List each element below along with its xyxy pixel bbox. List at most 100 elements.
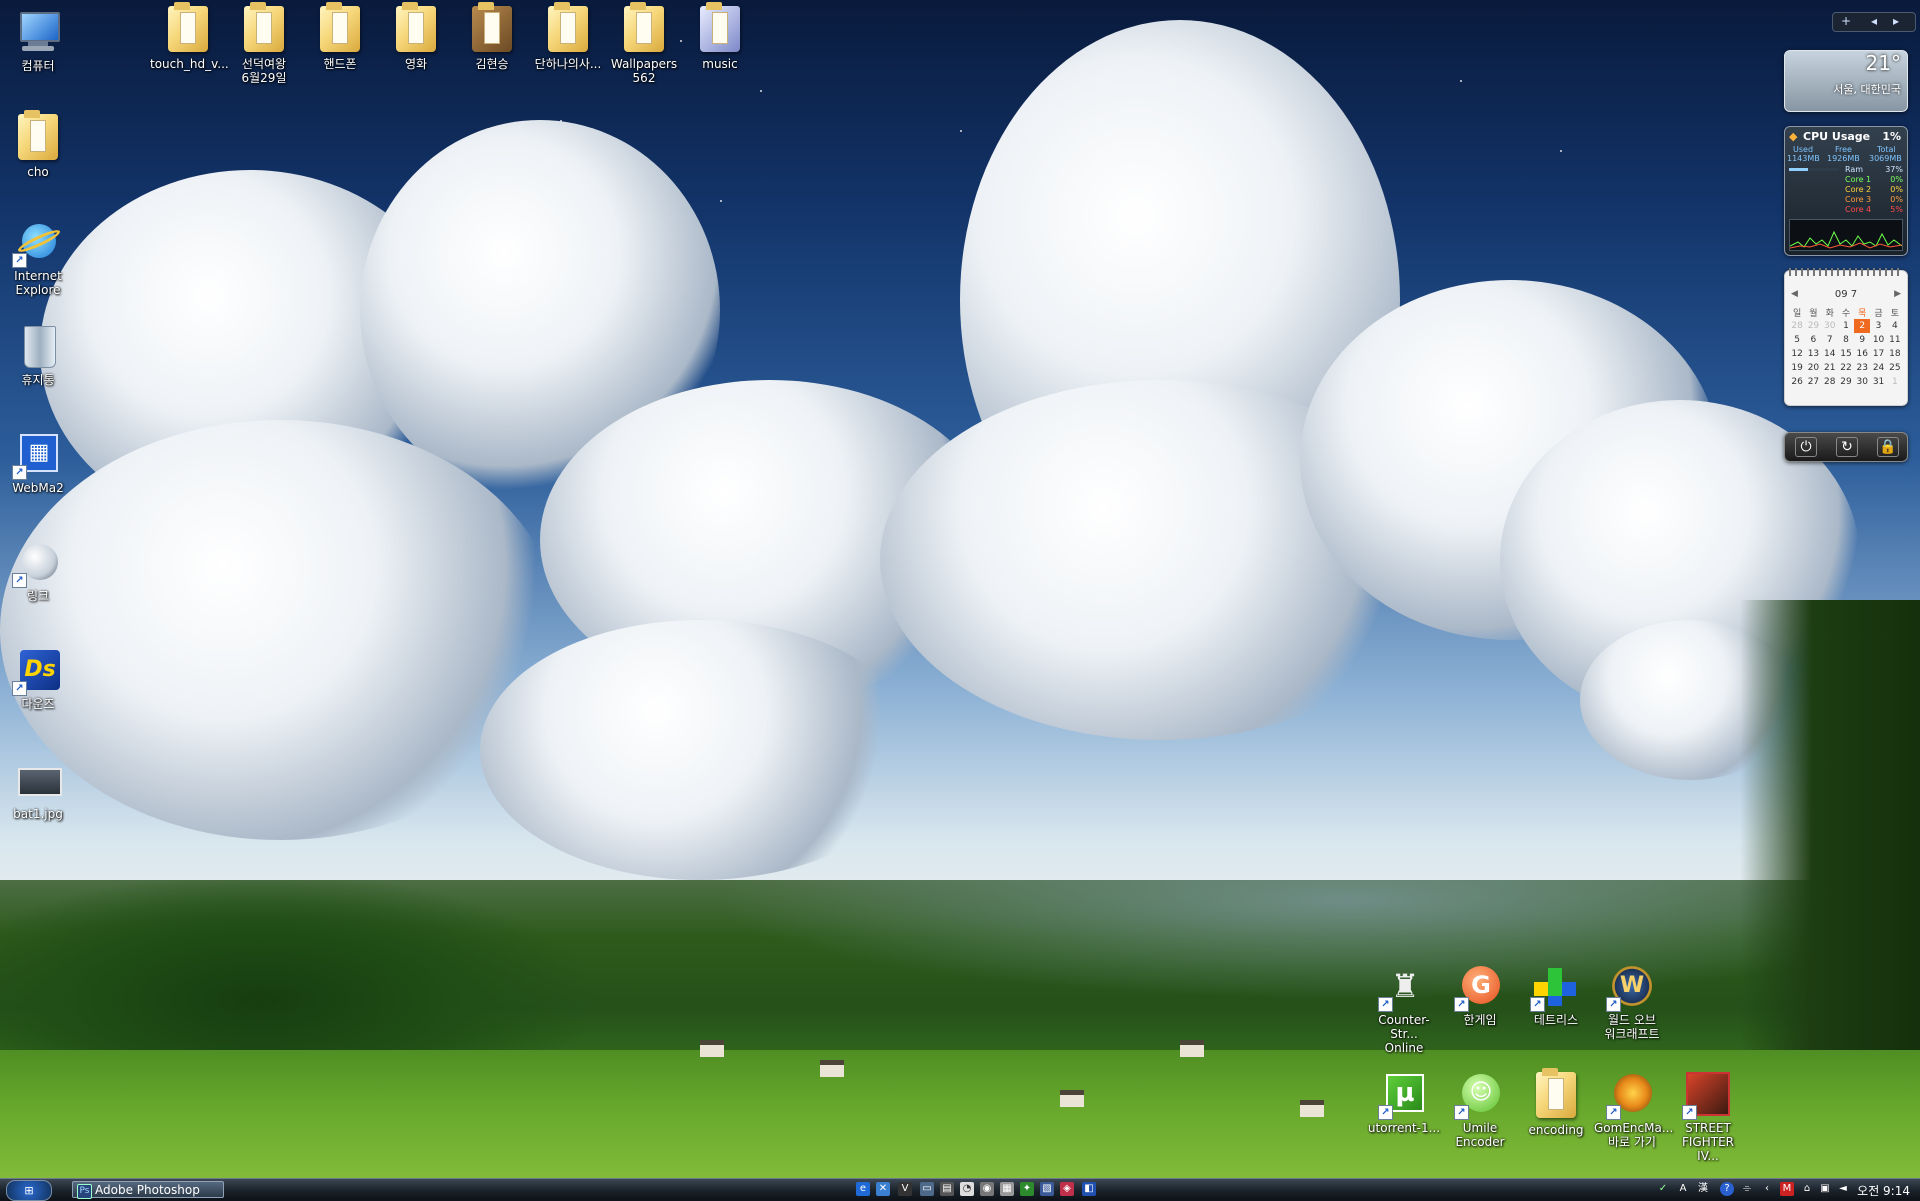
- help-icon[interactable]: ?: [1720, 1182, 1734, 1196]
- desktop-icon-webma[interactable]: ▦ ↗ WebMa2: [0, 430, 76, 495]
- calendar-day[interactable]: 7: [1822, 333, 1838, 347]
- previous-icon[interactable]: ◂: [1871, 14, 1877, 28]
- tray-icon[interactable]: ‹: [1760, 1182, 1774, 1196]
- desktop-icon-umile[interactable]: ☺ ↗ Umile Encoder: [1442, 1070, 1518, 1149]
- tray-icon[interactable]: ✓: [1656, 1182, 1670, 1196]
- calendar-day[interactable]: 29: [1805, 319, 1821, 333]
- calendar-day[interactable]: 21: [1822, 361, 1838, 375]
- calendar-day[interactable]: 15: [1838, 347, 1854, 361]
- desktop-icon-label: 영화: [404, 57, 428, 71]
- desktop-icon-folder-phone[interactable]: 핸드폰: [302, 2, 378, 71]
- quicklaunch-app-icon[interactable]: ◧: [1082, 1182, 1096, 1196]
- tray-icon[interactable]: A: [1676, 1182, 1690, 1196]
- weather-gadget[interactable]: 21° 서울, 대한민국: [1784, 50, 1908, 112]
- calendar-gadget[interactable]: ◀ 09 7 ▶ 일 월 화 수 목 금 토 28 29 30 1 2 3 4 …: [1784, 268, 1908, 406]
- calendar-day[interactable]: 17: [1870, 347, 1886, 361]
- calendar-day[interactable]: 25: [1887, 361, 1903, 375]
- calendar-day[interactable]: 26: [1789, 375, 1805, 389]
- desktop-icon-folder-touch[interactable]: touch_hd_v...: [150, 2, 229, 71]
- calendar-day-today[interactable]: 2: [1854, 319, 1871, 333]
- quicklaunch-app-icon[interactable]: V: [898, 1182, 912, 1196]
- tray-icon[interactable]: 漢: [1696, 1182, 1710, 1196]
- calendar-day[interactable]: 28: [1789, 319, 1805, 333]
- desktop-icon-folder-music[interactable]: music: [682, 2, 758, 71]
- calendar-day[interactable]: 1: [1838, 319, 1854, 333]
- desktop-icon-hangame[interactable]: G ↗ 한게임: [1442, 962, 1518, 1027]
- add-gadget-icon[interactable]: +: [1841, 14, 1851, 28]
- calendar-day[interactable]: 24: [1870, 361, 1886, 375]
- quicklaunch-app-icon[interactable]: ▦: [1000, 1182, 1014, 1196]
- calendar-day[interactable]: 31: [1870, 375, 1886, 389]
- calendar-day[interactable]: 6: [1805, 333, 1821, 347]
- desktop-icon-folder-book[interactable]: 단하나의사...: [530, 2, 606, 71]
- desktop-icon-folder-movie[interactable]: 영화: [378, 2, 454, 71]
- restart-icon[interactable]: ↻: [1836, 437, 1858, 457]
- calendar-day[interactable]: 3: [1870, 319, 1886, 333]
- quicklaunch-app-icon[interactable]: ▭: [920, 1182, 934, 1196]
- calendar-day[interactable]: 30: [1822, 319, 1838, 333]
- calendar-day[interactable]: 10: [1870, 333, 1886, 347]
- ram-value: 37%: [1885, 165, 1903, 174]
- calendar-day[interactable]: 20: [1805, 361, 1821, 375]
- calendar-day[interactable]: 29: [1838, 375, 1854, 389]
- calendar-day[interactable]: 19: [1789, 361, 1805, 375]
- next-icon[interactable]: ▸: [1893, 14, 1899, 28]
- desktop-icon-ie[interactable]: ↗ Internet Explore: [0, 218, 76, 297]
- taskbar-clock[interactable]: 오전 9:14: [1857, 1182, 1910, 1199]
- desktop-icon-link[interactable]: ↗ 링크: [0, 538, 76, 603]
- desktop-icon-recycle[interactable]: 휴지통: [0, 322, 76, 387]
- calendar-day[interactable]: 16: [1854, 347, 1870, 361]
- quicklaunch-app-icon[interactable]: ◈: [1060, 1182, 1074, 1196]
- calendar-day[interactable]: 27: [1805, 375, 1821, 389]
- quicklaunch-app-icon[interactable]: ✕: [876, 1182, 890, 1196]
- taskbar-item-photoshop[interactable]: Ps Adobe Photoshop: [72, 1181, 224, 1199]
- volume-icon[interactable]: ◄: [1836, 1182, 1850, 1196]
- tray-icon[interactable]: M: [1780, 1182, 1794, 1196]
- calendar-day[interactable]: 12: [1789, 347, 1805, 361]
- calendar-next-icon[interactable]: ▶: [1894, 289, 1901, 299]
- calendar-day[interactable]: 4: [1887, 319, 1903, 333]
- desktop-icon-wow[interactable]: W ↗ 월드 오브 워크래프트: [1594, 962, 1670, 1041]
- calendar-day[interactable]: 13: [1805, 347, 1821, 361]
- desktop-icon-computer[interactable]: 컴퓨터: [0, 8, 76, 73]
- start-button[interactable]: ⊞: [6, 1180, 52, 1201]
- calendar-day[interactable]: 28: [1822, 375, 1838, 389]
- calendar-day[interactable]: 22: [1838, 361, 1854, 375]
- desktop-icon-bat[interactable]: bat1.jpg: [0, 756, 76, 821]
- quicklaunch-app-icon[interactable]: ▧: [1040, 1182, 1054, 1196]
- cpu-usage-gadget[interactable]: ◆ CPU Usage 1% Used Free Total 1143MB 19…: [1784, 126, 1908, 256]
- quicklaunch-app-icon[interactable]: ◉: [980, 1182, 994, 1196]
- calendar-day[interactable]: 8: [1838, 333, 1854, 347]
- desktop-icon-tetris[interactable]: ↗ 테트리스: [1518, 962, 1594, 1027]
- desktop-icon-encoding[interactable]: encoding: [1518, 1068, 1594, 1137]
- recycle-bin-icon: [14, 322, 62, 370]
- desktop-icon-folder-wallpapers[interactable]: Wallpapers 562: [606, 2, 682, 85]
- house: [700, 1040, 724, 1057]
- quicklaunch-app-icon[interactable]: ▤: [940, 1182, 954, 1196]
- desktop-icon-gomenc[interactable]: ↗ GomEncMa... 바로 가기: [1594, 1070, 1673, 1149]
- quicklaunch-app-icon[interactable]: ✦: [1020, 1182, 1034, 1196]
- quicklaunch-ie-icon[interactable]: e: [856, 1182, 870, 1196]
- folder-icon: [544, 2, 592, 54]
- desktop-icon-counter-strike[interactable]: ♜ ↗ Counter-Str... Online: [1366, 962, 1442, 1055]
- desktop-icon-street-fighter[interactable]: ↗ STREET FIGHTER IV...: [1670, 1070, 1746, 1163]
- tray-icon[interactable]: ⌂: [1800, 1182, 1814, 1196]
- calendar-day[interactable]: 11: [1887, 333, 1903, 347]
- desktop-icon-cho[interactable]: cho: [0, 110, 76, 179]
- calendar-day[interactable]: 1: [1887, 375, 1903, 389]
- desktop-icon-utorrent[interactable]: µ ↗ utorrent-1...: [1366, 1070, 1442, 1135]
- calendar-day[interactable]: 18: [1887, 347, 1903, 361]
- calendar-day[interactable]: 23: [1854, 361, 1870, 375]
- tray-icon[interactable]: ⌯: [1740, 1182, 1754, 1196]
- shutdown-icon[interactable]: ⏻: [1795, 437, 1817, 457]
- calendar-day[interactable]: 5: [1789, 333, 1805, 347]
- calendar-day[interactable]: 9: [1854, 333, 1870, 347]
- quicklaunch-app-icon[interactable]: ◔: [960, 1182, 974, 1196]
- desktop-icon-folder-kim[interactable]: 김현승: [454, 2, 530, 71]
- desktop-icon-daum[interactable]: Ds ↗ 다운즈: [0, 646, 76, 711]
- calendar-day[interactable]: 30: [1854, 375, 1870, 389]
- desktop-icon-folder-trip[interactable]: 선덕여왕 6월29일: [226, 2, 302, 85]
- lock-icon[interactable]: 🔒: [1877, 437, 1899, 457]
- calendar-day[interactable]: 14: [1822, 347, 1838, 361]
- network-icon[interactable]: ▣: [1818, 1182, 1832, 1196]
